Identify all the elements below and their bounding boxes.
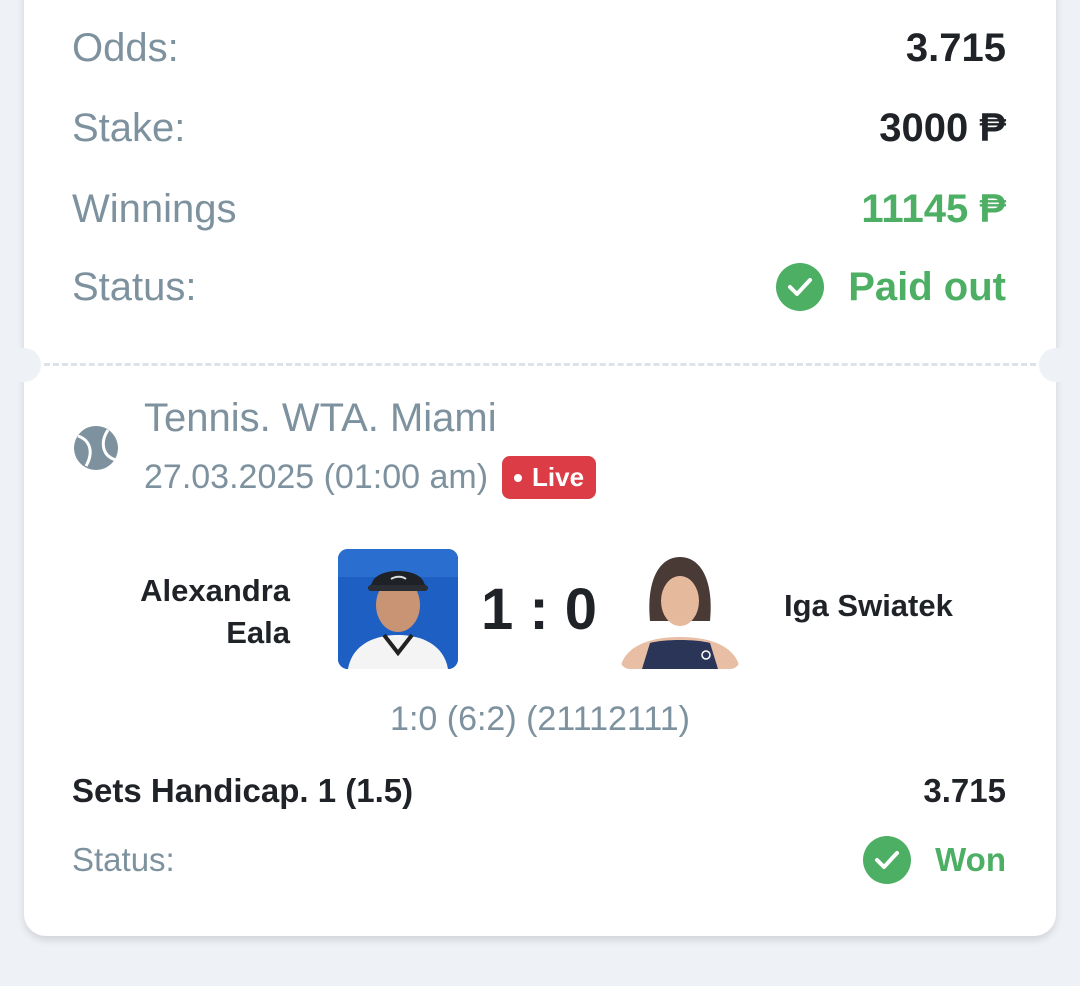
live-dot-icon [514,473,523,482]
match-score: 1 : 0 [480,577,598,642]
status-indicator: Paid out [776,263,1006,311]
odds-row: Odds: 3.715 [72,26,1006,71]
player2-name: Iga Swiatek [784,588,953,623]
bet-status-value: Won [935,841,1006,878]
score-detail: 1:0 (6:2) (21112111) [390,700,690,738]
bet-card: Odds: 3.715 Stake: 3000 ₱ Winnings 11145… [7,0,1073,936]
odds-label: Odds: [72,26,179,70]
market-row: Sets Handicap. 1 (1.5) 3.715 [72,772,1006,810]
winnings-row: Winnings 11145 ₱ [72,187,1006,232]
stake-value: 3000 ₱ [879,106,1006,150]
market-name: Sets Handicap. 1 (1.5) [72,772,414,809]
event-date: 27.03.2025 (01:00 am) [144,458,489,496]
event-date-line: 27.03.2025 (01:00 am) Live [144,456,597,499]
live-badge: Live [502,456,597,499]
tennis-ball-icon [72,424,120,472]
status-value: Paid out [848,264,1006,309]
stake-row: Stake: 3000 ₱ [72,106,1006,151]
ticket-notch-left [7,348,41,382]
stake-label: Stake: [72,106,186,150]
player1-photo [338,549,458,669]
bet-status-label: Status: [72,841,175,878]
winnings-value: 11145 ₱ [861,187,1006,231]
live-label: Live [532,462,585,492]
check-circle-icon [776,263,825,311]
event-title: Tennis. WTA. Miami [144,396,497,440]
player1-name: Alexandra Eala [140,573,290,650]
winnings-label: Winnings [72,187,237,231]
player2-photo [620,549,740,669]
check-circle-icon [863,836,912,884]
status-label: Status: [72,264,197,309]
status-row: Status: Paid out [72,263,1006,311]
ticket-divider [44,363,1036,366]
bet-status-row: Status: Won [72,836,1006,884]
odds-value: 3.715 [905,26,1006,70]
market-odds: 3.715 [923,772,1006,809]
bet-status-indicator: Won [863,836,1006,884]
ticket-notch-right [1039,348,1073,382]
